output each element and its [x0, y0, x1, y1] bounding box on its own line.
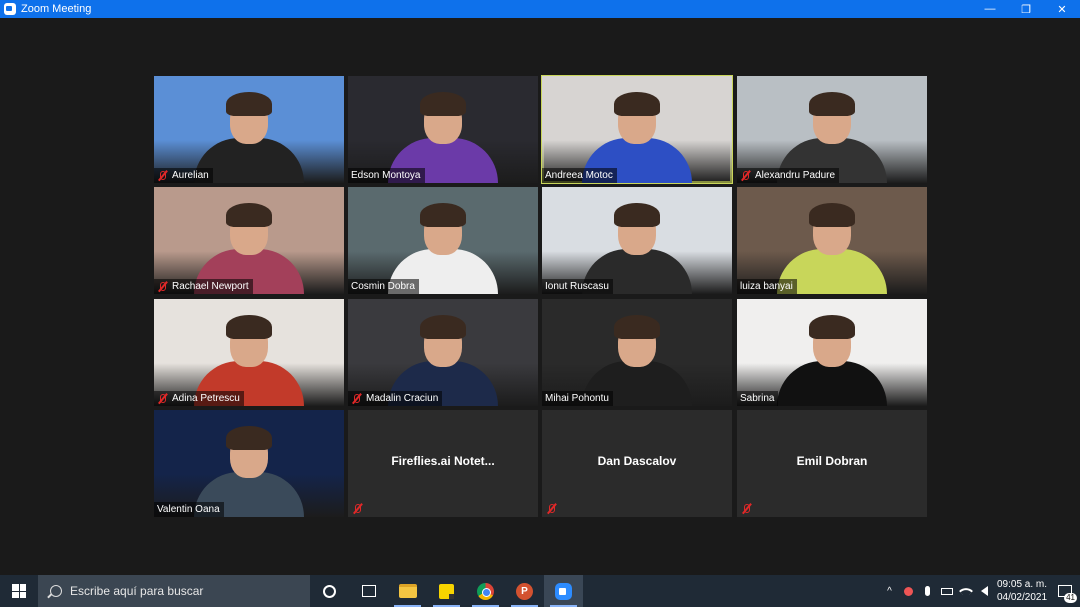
participant-name: Edson Montoya — [351, 170, 421, 181]
windows-taskbar: Escribe aquí para buscar P ^ 09:05 a. m.… — [0, 575, 1080, 607]
sticky-notes-icon — [439, 583, 454, 599]
participant-name: Valentin Oana — [157, 504, 220, 515]
participant-tile[interactable]: Mihai Pohontu — [542, 299, 732, 406]
participant-name-tag: Edson Montoya — [348, 168, 425, 183]
zoom-icon — [555, 582, 572, 600]
show-hidden-icons-chevron-icon[interactable]: ^ — [880, 575, 899, 607]
participant-tile[interactable]: luiza banyai — [737, 187, 927, 294]
volume-icon[interactable] — [975, 575, 994, 607]
participant-name: Ionut Ruscasu — [545, 281, 609, 292]
window-title: Zoom Meeting — [21, 3, 92, 15]
participant-name-tag: Valentin Oana — [154, 502, 224, 517]
chrome-icon — [477, 582, 494, 600]
powerpoint-icon: P — [516, 582, 533, 600]
notification-count: 41 — [1064, 593, 1077, 603]
task-view-button[interactable] — [349, 575, 388, 607]
participant-tile[interactable]: Andreea Motoc — [541, 75, 733, 184]
wifi-icon[interactable] — [956, 575, 975, 607]
participant-tile[interactable]: Dan Dascalov — [542, 410, 732, 517]
clock-time: 09:05 a. m. — [996, 579, 1048, 590]
zoom-taskbar-button[interactable] — [544, 575, 583, 607]
muted-microphone-icon — [352, 503, 363, 514]
taskbar-search-box[interactable]: Escribe aquí para buscar — [38, 575, 310, 607]
participant-name: Emil Dobran — [796, 454, 868, 468]
participant-name: Alexandru Padure — [755, 170, 836, 181]
participant-name: Adina Petrescu — [172, 393, 240, 404]
search-placeholder: Escribe aquí para buscar — [70, 584, 204, 598]
participant-name-tag: Rachael Newport — [154, 279, 253, 294]
windows-logo-icon — [12, 584, 26, 598]
start-button[interactable] — [0, 575, 38, 607]
cortana-icon — [323, 584, 336, 598]
powerpoint-button[interactable]: P — [505, 575, 544, 607]
participant-tile[interactable]: Ionut Ruscasu — [542, 187, 732, 294]
participant-tile[interactable]: Madalin Craciun — [348, 299, 538, 406]
participant-name: Sabrina — [740, 393, 775, 404]
tray-app-icon[interactable] — [899, 575, 918, 607]
window-controls: — ❐ ✕ — [972, 0, 1080, 18]
zoom-app-icon — [4, 3, 16, 15]
battery-icon[interactable] — [937, 575, 956, 607]
muted-microphone-icon — [546, 503, 557, 514]
participant-tile[interactable]: Adina Petrescu — [154, 299, 344, 406]
participant-name-tag: Cosmin Dobra — [348, 279, 419, 294]
participant-tile[interactable]: Edson Montoya — [348, 76, 538, 183]
participant-name: Madalin Craciun — [366, 393, 439, 404]
gallery-view: Aurelian Edson Montoya Andreea Motoc Alexan… — [0, 18, 1080, 575]
file-explorer-button[interactable] — [388, 575, 427, 607]
cortana-button[interactable] — [310, 575, 349, 607]
search-icon — [50, 585, 62, 597]
minimize-button[interactable]: — — [972, 0, 1008, 18]
title-bar: Zoom Meeting — ❐ ✕ — [0, 0, 1080, 18]
muted-microphone-icon — [157, 281, 168, 292]
muted-microphone-icon — [157, 170, 168, 181]
microphone-icon[interactable] — [918, 575, 937, 607]
participant-figure — [777, 315, 887, 406]
participant-tile[interactable]: Emil Dobran — [737, 410, 927, 517]
participant-name-tag: Alexandru Padure — [737, 168, 840, 183]
muted-microphone-icon — [157, 393, 168, 404]
participant-name: Andreea Motoc — [545, 170, 613, 181]
chrome-button[interactable] — [466, 575, 505, 607]
participant-tile[interactable]: Valentin Oana — [154, 410, 344, 517]
participant-name: Fireflies.ai Notet... — [391, 454, 495, 468]
participant-name: Aurelian — [172, 170, 209, 181]
task-view-icon — [361, 585, 376, 597]
participant-name: Cosmin Dobra — [351, 281, 415, 292]
clock[interactable]: 09:05 a. m. 04/02/2021 — [994, 578, 1050, 604]
participant-tile[interactable]: Aurelian — [154, 76, 344, 183]
participant-name: Rachael Newport — [172, 281, 249, 292]
participant-name: Dan Dascalov — [597, 454, 677, 468]
participant-name-tag: luiza banyai — [737, 279, 797, 294]
system-tray: ^ 09:05 a. m. 04/02/2021 41 — [880, 575, 1080, 607]
participant-name-tag: Adina Petrescu — [154, 391, 244, 406]
participant-name-tag: Andreea Motoc — [542, 168, 617, 183]
participant-tile[interactable]: Fireflies.ai Notet... — [348, 410, 538, 517]
participant-name-tag: Madalin Craciun — [348, 391, 443, 406]
participant-name-tag: Sabrina — [737, 391, 779, 406]
close-button[interactable]: ✕ — [1044, 0, 1080, 18]
participant-tile[interactable]: Alexandru Padure — [737, 76, 927, 183]
participant-tile[interactable]: Cosmin Dobra — [348, 187, 538, 294]
restore-button[interactable]: ❐ — [1008, 0, 1044, 18]
participant-tile[interactable]: Sabrina — [737, 299, 927, 406]
muted-microphone-icon — [351, 393, 362, 404]
participant-name: Mihai Pohontu — [545, 393, 609, 404]
participant-name: luiza banyai — [740, 281, 793, 292]
sticky-notes-button[interactable] — [427, 575, 466, 607]
participant-name-tag: Ionut Ruscasu — [542, 279, 613, 294]
participant-tile[interactable]: Rachael Newport — [154, 187, 344, 294]
participant-name-tag: Mihai Pohontu — [542, 391, 613, 406]
muted-microphone-icon — [740, 170, 751, 181]
clock-date: 04/02/2021 — [996, 592, 1048, 603]
file-explorer-icon — [398, 584, 417, 598]
action-center-button[interactable]: 41 — [1050, 575, 1080, 607]
participant-name-tag: Aurelian — [154, 168, 213, 183]
muted-microphone-icon — [741, 503, 752, 514]
